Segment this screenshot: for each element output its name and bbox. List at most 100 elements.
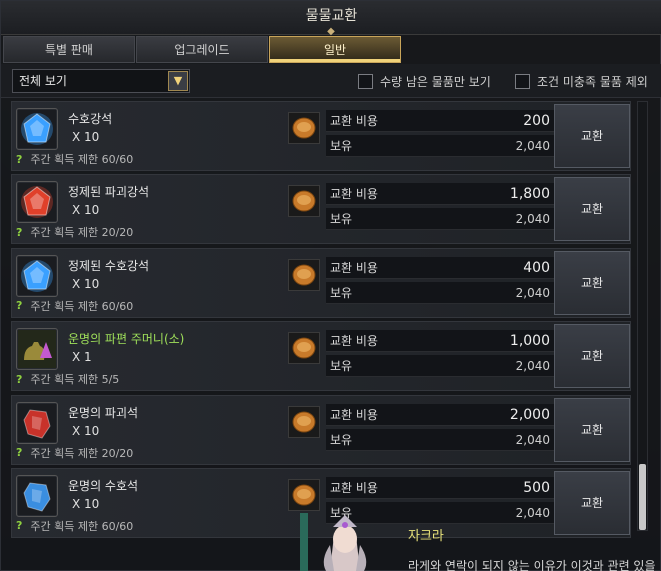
blue-crystal-icon[interactable] bbox=[16, 254, 58, 297]
filter-bar: 전체 보기 ▼ 수량 남은 물품만 보기 조건 미충족 물품 제외 bbox=[1, 64, 661, 98]
item-name: 정제된 수호강석 bbox=[68, 258, 150, 273]
weekly-limit: ? 주간 획득 제한 20/20 bbox=[16, 445, 133, 461]
weekly-limit-text: 주간 획득 제한 60/60 bbox=[30, 519, 134, 533]
cost-value: 2,000 bbox=[509, 406, 550, 423]
cost-value: 500 bbox=[523, 479, 550, 496]
item-name: 수호강석 bbox=[68, 112, 113, 126]
cost-label: 교환 비용 bbox=[330, 114, 378, 128]
weekly-limit: ? 주간 획득 제한 60/60 bbox=[16, 298, 133, 314]
list-item: 정제된 파괴강석 X 10? 주간 획득 제한 20/20 교환 비용 1,800 보유 2… bbox=[11, 174, 631, 245]
coin-icon bbox=[288, 185, 320, 218]
exchange-button[interactable]: 교환 bbox=[554, 324, 630, 389]
weekly-limit-text: 주간 획득 제한 20/20 bbox=[30, 446, 134, 460]
help-icon[interactable]: ? bbox=[16, 373, 22, 386]
owned-line: 보유 2,040 bbox=[326, 135, 554, 157]
weekly-limit-text: 주간 획득 제한 60/60 bbox=[30, 299, 134, 313]
owned-label: 보유 bbox=[330, 359, 353, 374]
exchange-button[interactable]: 교환 bbox=[554, 397, 630, 462]
item-list: 수호강석 X 10? 주간 획득 제한 60/60 교환 비용 200 보유 2,040 교환… bbox=[11, 101, 635, 541]
owned-label: 보유 bbox=[330, 212, 353, 227]
blue-stone-icon[interactable] bbox=[16, 474, 58, 517]
cost-label: 교환 비용 bbox=[330, 260, 378, 275]
exchange-button[interactable]: 교환 bbox=[554, 104, 630, 168]
npc-name: 자크라 bbox=[408, 529, 444, 544]
coin-icon bbox=[288, 112, 320, 144]
help-icon[interactable]: ? bbox=[16, 226, 22, 239]
cost-box: 교환 비용 2,000 보유 2,040 bbox=[326, 403, 554, 458]
exclude-unmet-checkbox[interactable]: 조건 미충족 물품 제외 bbox=[515, 72, 648, 90]
owned-line: 보유 2,040 bbox=[326, 355, 554, 378]
weekly-limit: ? 주간 획득 제한 60/60 bbox=[16, 151, 133, 167]
weekly-limit: ? 주간 획득 제한 5/5 bbox=[16, 371, 119, 387]
cost-value: 400 bbox=[523, 259, 550, 276]
cost-box: 교환 비용 1,800 보유 2,040 bbox=[326, 183, 554, 237]
coin-icon bbox=[288, 405, 320, 438]
item-name: 운명의 파괴석 bbox=[68, 405, 139, 420]
scrollbar[interactable] bbox=[637, 101, 648, 531]
exchange-button[interactable]: 교환 bbox=[554, 250, 630, 315]
owned-value: 2,040 bbox=[515, 212, 550, 227]
cost-line: 교환 비용 400 bbox=[326, 256, 554, 279]
exchange-button[interactable]: 교환 bbox=[554, 177, 630, 242]
tab-special-sale[interactable]: 특별 판매 bbox=[3, 36, 135, 63]
owned-value: 2,040 bbox=[515, 139, 550, 153]
weekly-limit-text: 주간 획득 제한 60/60 bbox=[30, 153, 134, 166]
owned-label: 보유 bbox=[330, 432, 353, 447]
item-quantity: X 10 bbox=[72, 496, 100, 511]
blue-crystal-icon[interactable] bbox=[16, 108, 58, 150]
checkbox-box[interactable] bbox=[515, 73, 530, 89]
help-icon[interactable]: ? bbox=[16, 299, 22, 312]
item-quantity: X 10 bbox=[72, 130, 100, 144]
pouch-icon[interactable] bbox=[16, 328, 58, 371]
cost-line: 교환 비용 500 bbox=[326, 476, 554, 499]
weekly-limit: ? 주간 획득 제한 60/60 bbox=[16, 518, 133, 534]
red-crystal-icon[interactable] bbox=[16, 181, 58, 224]
tab-bar: 특별 판매 업그레이드 일반 bbox=[3, 36, 660, 63]
npc-portrait bbox=[300, 513, 367, 571]
chevron-down-icon[interactable]: ▼ bbox=[168, 71, 188, 91]
weekly-limit: ? 주간 획득 제한 20/20 bbox=[16, 224, 133, 240]
title-bar[interactable]: 물물교환 ◆ bbox=[1, 1, 661, 37]
cost-label: 교환 비용 bbox=[330, 407, 378, 422]
list-item: 운명의 파편 주머니(소) X 1? 주간 획득 제한 5/5 교환 비용 1,000 보… bbox=[11, 321, 631, 392]
cost-label: 교환 비용 bbox=[330, 187, 378, 202]
checkbox-box[interactable] bbox=[358, 73, 373, 89]
scroll-thumb[interactable] bbox=[639, 464, 646, 530]
exclude-unmet-label: 조건 미충족 물품 제외 bbox=[537, 74, 648, 89]
cost-box: 교환 비용 400 보유 2,040 bbox=[326, 256, 554, 311]
weekly-limit-text: 주간 획득 제한 5/5 bbox=[30, 373, 120, 387]
owned-value: 2,040 bbox=[515, 505, 550, 520]
item-name: 운명의 수호석 bbox=[68, 478, 139, 493]
owned-line: 보유 2,040 bbox=[326, 208, 554, 231]
help-icon[interactable]: ? bbox=[16, 519, 22, 532]
item-quantity: X 10 bbox=[72, 203, 100, 218]
list-item: 수호강석 X 10? 주간 획득 제한 60/60 교환 비용 200 보유 2,040 교환 bbox=[11, 101, 631, 171]
coin-icon bbox=[288, 258, 320, 291]
red-stone-icon[interactable] bbox=[16, 401, 58, 444]
cost-label: 교환 비용 bbox=[330, 334, 378, 349]
help-icon[interactable]: ? bbox=[16, 446, 22, 459]
item-quantity: X 10 bbox=[72, 276, 100, 291]
cost-label: 교환 비용 bbox=[330, 480, 378, 495]
owned-label: 보유 bbox=[330, 139, 353, 153]
tab-general[interactable]: 일반 bbox=[269, 36, 401, 63]
owned-line: 보유 2,040 bbox=[326, 281, 554, 304]
item-quantity: X 1 bbox=[72, 350, 92, 365]
owned-value: 2,040 bbox=[515, 432, 550, 447]
barter-window: 물물교환 ◆ 특별 판매 업그레이드 일반 전체 보기 ▼ 수량 남은 물품만 … bbox=[0, 0, 661, 571]
weekly-limit-text: 주간 획득 제한 20/20 bbox=[30, 226, 134, 240]
stock-only-checkbox[interactable]: 수량 남은 물품만 보기 bbox=[358, 72, 491, 90]
list-item: 정제된 수호강석 X 10? 주간 획득 제한 60/60 교환 비용 400 보유 2,0… bbox=[11, 247, 631, 318]
cost-value: 200 bbox=[523, 113, 550, 129]
tab-upgrade[interactable]: 업그레이드 bbox=[136, 36, 268, 63]
exchange-button[interactable]: 교환 bbox=[554, 470, 630, 535]
owned-line: 보유 2,040 bbox=[326, 428, 554, 451]
cost-line: 교환 비용 200 bbox=[326, 110, 554, 132]
item-quantity: X 10 bbox=[72, 423, 100, 438]
help-icon[interactable]: ? bbox=[16, 153, 22, 166]
owned-value: 2,040 bbox=[515, 285, 550, 300]
view-filter-select[interactable]: 전체 보기 ▼ bbox=[12, 69, 190, 93]
item-name: 운명의 파편 주머니(소) bbox=[68, 332, 185, 347]
cost-value: 1,000 bbox=[509, 333, 550, 350]
view-filter-value: 전체 보기 bbox=[19, 74, 67, 88]
